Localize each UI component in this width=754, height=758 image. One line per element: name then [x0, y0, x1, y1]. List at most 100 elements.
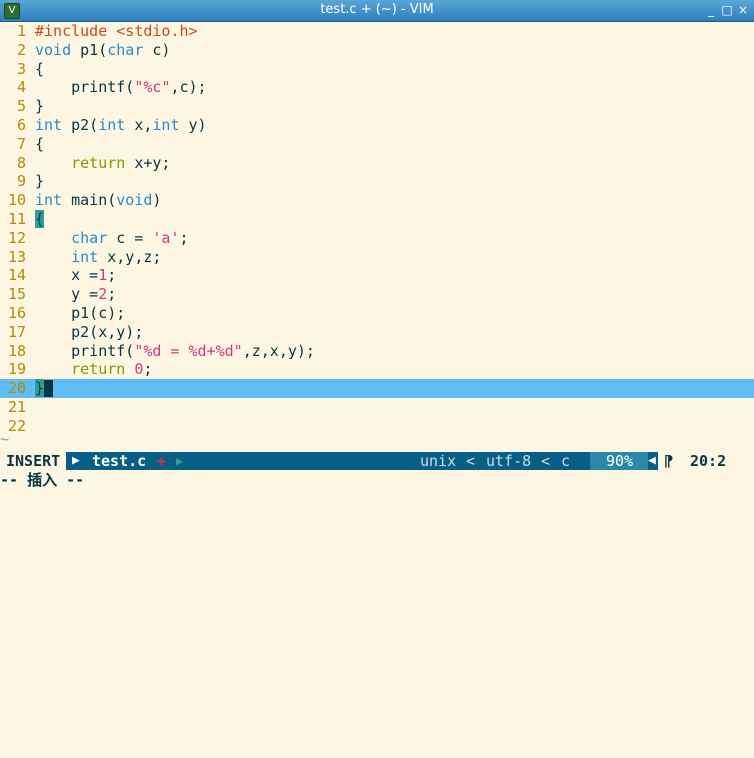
- line-number: 6: [16, 115, 26, 134]
- code-token: return: [71, 153, 126, 172]
- code-token: x =: [35, 266, 99, 285]
- code-token: c): [143, 40, 171, 59]
- code-line[interactable]: 5}: [0, 97, 754, 116]
- code-line[interactable]: 19 return 0;: [0, 360, 754, 379]
- code-token: 'a': [152, 228, 180, 247]
- code-token: printf(: [35, 78, 135, 97]
- code-token: 2: [98, 285, 108, 304]
- line-number: 8: [16, 153, 26, 172]
- code-line[interactable]: 18 printf("%d = %d+%d",z,x,y);: [0, 342, 754, 361]
- current-code-line[interactable]: 20}: [0, 379, 754, 398]
- code-token: x,: [125, 115, 153, 134]
- separator-left-icon: <: [466, 452, 476, 470]
- line-number-icon: ⁋: [664, 452, 674, 470]
- code-token: c =: [107, 228, 153, 247]
- line-number: 1: [16, 22, 26, 40]
- cursor-position: 20:2: [690, 452, 727, 470]
- minimize-button[interactable]: _: [704, 2, 718, 18]
- separator-triangle-icon: ◀: [648, 453, 656, 468]
- line-number: 18: [7, 341, 26, 360]
- window-titlebar: V test.c + (~) - VIM _ □ ×: [0, 0, 754, 22]
- code-token: }: [35, 379, 45, 398]
- code-token: x+y;: [125, 153, 171, 172]
- code-token: char: [107, 40, 144, 59]
- line-number: 14: [7, 266, 26, 285]
- line-number: 2: [16, 40, 26, 59]
- file-type: c: [561, 452, 571, 470]
- code-line[interactable]: 2 void p1(char c): [0, 41, 754, 60]
- code-token: y): [179, 115, 207, 134]
- code-line[interactable]: 21: [0, 398, 754, 417]
- modified-flag: +: [157, 452, 167, 470]
- code-line[interactable]: 16 p1(c);: [0, 304, 754, 323]
- line-number: 9: [16, 172, 26, 191]
- editor-text-area[interactable]: 1 #include <stdio.h> 2 void p1(char c) 3{4 p…: [0, 22, 754, 436]
- code-line[interactable]: 6 int p2(int x,int y): [0, 116, 754, 135]
- code-line[interactable]: 11 {: [0, 209, 754, 229]
- code-token: main(: [62, 191, 117, 210]
- code-token: char: [71, 228, 108, 247]
- line-number: 20: [7, 379, 26, 398]
- command-line[interactable]: -- 插入 --: [0, 470, 754, 494]
- code-token: ,c);: [170, 78, 207, 97]
- separator-left-icon: <: [541, 452, 551, 470]
- code-token: {: [35, 59, 45, 78]
- code-token: void: [116, 191, 153, 210]
- scroll-percent: 90%: [606, 452, 634, 470]
- code-token: printf(: [35, 341, 135, 360]
- code-token: p2(x,y);: [35, 322, 144, 341]
- line-number: 16: [7, 303, 26, 322]
- code-line[interactable]: 14 x =1;: [0, 266, 754, 285]
- empty-buffer-tilde: ~: [0, 430, 10, 448]
- code-token: y =: [35, 285, 99, 304]
- window-controls: _ □ ×: [704, 2, 750, 18]
- code-token: ;: [143, 360, 153, 379]
- code-line[interactable]: 12 char c = 'a';: [0, 229, 754, 248]
- code-token: int: [71, 247, 99, 266]
- window-title: test.c + (~) - VIM: [320, 2, 434, 17]
- status-line: INSERT ▶ test.c + ▶ unix < utf-8 < c 90%…: [0, 452, 754, 470]
- code-token: ;: [107, 285, 117, 304]
- code-token: int: [152, 115, 180, 134]
- file-encoding: utf-8: [486, 452, 532, 470]
- code-line[interactable]: 9}: [0, 172, 754, 191]
- code-line[interactable]: 8 return x+y;: [0, 154, 754, 173]
- code-line[interactable]: 17 p2(x,y);: [0, 323, 754, 342]
- code-line[interactable]: 7{: [0, 135, 754, 154]
- text-cursor: [44, 380, 54, 398]
- code-line[interactable]: 15 y =2;: [0, 285, 754, 304]
- file-name: test.c: [92, 452, 147, 470]
- code-line[interactable]: 10 int main(void): [0, 191, 754, 210]
- code-token: "%d = %d+%d": [134, 341, 243, 360]
- code-line[interactable]: 1 #include <stdio.h>: [0, 22, 754, 41]
- close-button[interactable]: ×: [736, 2, 750, 18]
- code-token: int: [35, 191, 63, 210]
- code-token: }: [35, 97, 45, 116]
- separator-arrow-icon: ▶: [176, 454, 184, 468]
- maximize-button[interactable]: □: [720, 2, 734, 18]
- line-number: 3: [16, 59, 26, 78]
- line-number: 7: [16, 134, 26, 153]
- code-token: p1(: [71, 40, 108, 59]
- line-number: 13: [7, 247, 26, 266]
- code-token: ): [152, 191, 162, 210]
- code-line[interactable]: 13 int x,y,z;: [0, 248, 754, 267]
- code-token: return: [71, 360, 126, 379]
- line-number: 15: [7, 285, 26, 304]
- code-line[interactable]: 3{: [0, 60, 754, 79]
- line-number: 12: [7, 228, 26, 247]
- code-token: p2(: [62, 115, 99, 134]
- code-line[interactable]: 22: [0, 417, 754, 436]
- code-token: {: [35, 134, 45, 153]
- line-number: 11: [7, 209, 26, 228]
- code-line[interactable]: 4 printf("%c",c);: [0, 78, 754, 97]
- code-token: p1(c);: [35, 303, 126, 322]
- code-token: ;: [179, 228, 189, 247]
- code-token: }: [35, 172, 45, 191]
- code-token: void: [35, 40, 72, 59]
- file-format: unix: [420, 452, 457, 470]
